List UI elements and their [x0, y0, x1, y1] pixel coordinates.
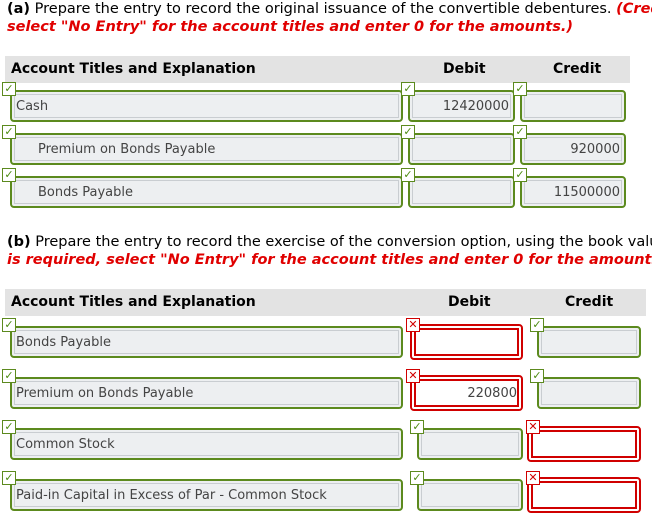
cross-icon: ✕: [526, 420, 540, 434]
check-icon: ✓: [2, 82, 16, 96]
account-text: Cash: [16, 99, 49, 114]
credit-field-b4[interactable]: [527, 477, 641, 513]
credit-field-b3[interactable]: [527, 426, 641, 462]
account-field-b2[interactable]: Premium on Bonds Payable: [10, 377, 403, 409]
debit-field-b2[interactable]: 220800: [410, 375, 523, 411]
account-text: Premium on Bonds Payable: [38, 142, 216, 157]
part-b-instruction: (b) Prepare the entry to record the exer…: [7, 233, 652, 252]
credit-field-b1[interactable]: [537, 326, 641, 358]
credit-value: 920000: [570, 142, 620, 157]
header-debit: Debit: [448, 294, 491, 310]
check-icon: ✓: [401, 168, 415, 182]
account-text: Common Stock: [16, 437, 115, 452]
account-field-a1[interactable]: Cash: [10, 90, 403, 122]
account-field-b3[interactable]: Common Stock: [10, 428, 403, 460]
part-b-note-text: is required, select "No Entry" for the a…: [7, 252, 652, 268]
debit-field-a1[interactable]: 12420000: [408, 90, 515, 122]
credit-field-a2[interactable]: 920000: [520, 133, 626, 165]
credit-field-a3[interactable]: 11500000: [520, 176, 626, 208]
check-icon: ✓: [2, 125, 16, 139]
debit-field-b1[interactable]: [410, 324, 523, 360]
check-icon: ✓: [513, 125, 527, 139]
part-a-table-header: Account Titles and Explanation Debit Cre…: [5, 56, 630, 83]
part-b-letter: (b): [7, 234, 31, 250]
cross-icon: ✕: [406, 318, 420, 332]
check-icon: ✓: [513, 82, 527, 96]
debit-value: 12420000: [442, 99, 509, 114]
account-field-a3[interactable]: Bonds Payable: [10, 176, 403, 208]
check-icon: ✓: [530, 318, 544, 332]
debit-value: 220800: [467, 386, 517, 401]
check-icon: ✓: [513, 168, 527, 182]
account-field-a2[interactable]: Premium on Bonds Payable: [10, 133, 403, 165]
header-debit: Debit: [443, 61, 486, 77]
debit-field-b4[interactable]: [417, 479, 523, 511]
cross-icon: ✕: [526, 471, 540, 485]
check-icon: ✓: [530, 369, 544, 383]
part-b-prompt: Prepare the entry to record the exercise…: [30, 234, 652, 250]
check-icon: ✓: [2, 318, 16, 332]
header-account: Account Titles and Explanation: [11, 61, 256, 77]
check-icon: ✓: [2, 420, 16, 434]
account-text: Premium on Bonds Payable: [16, 386, 194, 401]
account-field-b4[interactable]: Paid-in Capital in Excess of Par - Commo…: [10, 479, 403, 511]
credit-value: 11500000: [553, 185, 620, 200]
part-a-note: select "No Entry" for the account titles…: [7, 18, 573, 37]
account-field-b1[interactable]: Bonds Payable: [10, 326, 403, 358]
header-account: Account Titles and Explanation: [11, 294, 256, 310]
part-b-table-header: Account Titles and Explanation Debit Cre…: [5, 289, 646, 316]
account-text: Bonds Payable: [38, 185, 134, 200]
debit-field-a3[interactable]: [408, 176, 515, 208]
part-a-instruction: (a) Prepare the entry to record the orig…: [7, 0, 652, 19]
check-icon: ✓: [2, 168, 16, 182]
check-icon: ✓: [2, 471, 16, 485]
check-icon: ✓: [2, 369, 16, 383]
credit-field-a1[interactable]: [520, 90, 626, 122]
check-icon: ✓: [401, 125, 415, 139]
check-icon: ✓: [410, 420, 424, 434]
debit-field-a2[interactable]: [408, 133, 515, 165]
account-text: Paid-in Capital in Excess of Par - Commo…: [16, 488, 327, 503]
account-text: Bonds Payable: [16, 335, 112, 350]
debit-field-b3[interactable]: [417, 428, 523, 460]
check-icon: ✓: [410, 471, 424, 485]
part-a-note-start: (Credit: [616, 1, 652, 17]
header-credit: Credit: [565, 294, 614, 310]
part-a-note-text: select "No Entry" for the account titles…: [7, 19, 573, 35]
credit-field-b2[interactable]: [537, 377, 641, 409]
part-a-letter: (a): [7, 1, 31, 17]
check-icon: ✓: [401, 82, 415, 96]
part-b-note: is required, select "No Entry" for the a…: [7, 251, 652, 270]
header-credit: Credit: [553, 61, 602, 77]
part-a-prompt: Prepare the entry to record the original…: [30, 1, 617, 17]
cross-icon: ✕: [406, 369, 420, 383]
